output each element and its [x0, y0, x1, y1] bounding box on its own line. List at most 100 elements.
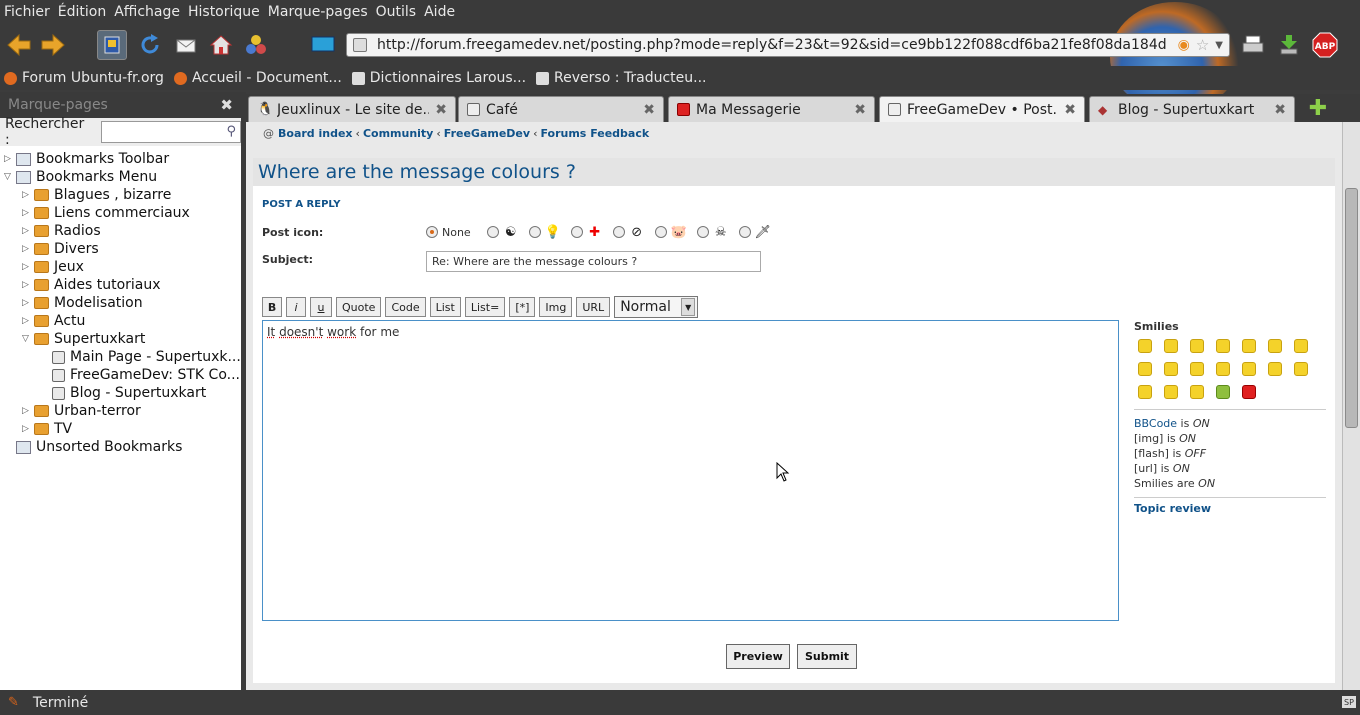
- expand-toggle-icon[interactable]: ▷: [22, 190, 32, 200]
- breadcrumb-freegamedev[interactable]: FreeGameDev: [444, 127, 530, 140]
- smiley-icon[interactable]: [1294, 362, 1308, 376]
- menu-outils[interactable]: Outils: [376, 4, 416, 20]
- sick-smiley-icon[interactable]: [1216, 385, 1230, 399]
- preview-button[interactable]: Preview: [726, 644, 790, 669]
- bookmark-tree-item[interactable]: Blog - Supertuxkart: [0, 384, 241, 402]
- post-icon-radio[interactable]: [528, 226, 541, 238]
- smiley-icon[interactable]: [1138, 339, 1152, 353]
- bookmarks-sidebar-button[interactable]: [97, 30, 127, 60]
- star-icon[interactable]: ☆: [1196, 36, 1209, 54]
- dropdown-arrow-icon[interactable]: ▼: [1215, 40, 1223, 51]
- bookmark-tree-item[interactable]: Main Page - Supertuxk...: [0, 348, 241, 366]
- smiley-icon[interactable]: [1294, 339, 1308, 353]
- bookmark-tree-item[interactable]: ▷ Aides tutoriaux: [0, 276, 241, 294]
- message-textarea[interactable]: It doesn't work for me: [262, 320, 1119, 621]
- back-button[interactable]: [4, 30, 34, 60]
- quote-button[interactable]: Quote: [336, 297, 382, 317]
- bookmark-tree-item[interactable]: ▷ Jeux: [0, 258, 241, 276]
- menu-edition[interactable]: Édition: [58, 4, 106, 20]
- post-icon-radio-none[interactable]: [426, 226, 438, 238]
- menu-aide[interactable]: Aide: [424, 4, 455, 20]
- list-button[interactable]: List: [429, 297, 461, 317]
- bbcode-link[interactable]: BBCode: [1134, 417, 1177, 430]
- bookmark-tree-item[interactable]: ▽ Supertuxkart: [0, 330, 241, 348]
- bold-button[interactable]: B: [262, 297, 282, 317]
- italic-button[interactable]: i: [286, 297, 306, 317]
- bookmark-item[interactable]: Reverso : Traducteu...: [536, 70, 707, 86]
- smiley-icon[interactable]: [1138, 362, 1152, 376]
- search-icon[interactable]: ⚲: [226, 124, 236, 139]
- smiley-icon[interactable]: [1268, 362, 1282, 376]
- menu-fichier[interactable]: Fichier: [4, 4, 50, 20]
- breadcrumb-community[interactable]: Community: [363, 127, 433, 140]
- close-tab-icon[interactable]: ✖: [854, 102, 866, 118]
- screen-button[interactable]: [308, 30, 338, 60]
- expand-toggle-icon[interactable]: ▷: [22, 406, 32, 416]
- smiley-icon[interactable]: [1268, 339, 1282, 353]
- menu-affichage[interactable]: Affichage: [114, 4, 180, 20]
- smiley-icon[interactable]: [1164, 385, 1178, 399]
- bookmark-tree-item[interactable]: ▷ Urban-terror: [0, 402, 241, 420]
- expand-toggle-icon[interactable]: ▷: [22, 280, 32, 290]
- post-icon-radio[interactable]: [612, 226, 625, 238]
- submit-button[interactable]: Submit: [797, 644, 857, 669]
- expand-toggle-icon[interactable]: ▽: [4, 172, 14, 182]
- smiley-icon[interactable]: [1242, 362, 1256, 376]
- list-item-button[interactable]: [*]: [509, 297, 536, 317]
- menu-historique[interactable]: Historique: [188, 4, 260, 20]
- close-icon[interactable]: ✖: [220, 96, 233, 114]
- close-tab-icon[interactable]: ✖: [435, 102, 447, 118]
- font-size-select[interactable]: Normal ▼: [614, 296, 699, 318]
- forward-button[interactable]: [38, 30, 68, 60]
- home-button[interactable]: [206, 30, 236, 60]
- post-icon-radio[interactable]: [486, 226, 499, 238]
- vertical-scrollbar[interactable]: [1342, 122, 1360, 690]
- search-input[interactable]: ⚲: [100, 121, 241, 143]
- tab-jeuxlinux[interactable]: 🐧 Jeuxlinux - Le site de... ✖: [248, 96, 456, 122]
- tab-messagerie[interactable]: Ma Messagerie ✖: [668, 96, 875, 122]
- post-icon-radio[interactable]: [738, 226, 751, 238]
- close-tab-icon[interactable]: ✖: [1064, 102, 1076, 118]
- bookmark-tree-item[interactable]: ▷ Modelisation: [0, 294, 241, 312]
- bookmark-tree-item[interactable]: Unsorted Bookmarks: [0, 438, 241, 456]
- bookmark-tree-item[interactable]: ▷ Liens commerciaux: [0, 204, 241, 222]
- addon-button[interactable]: [241, 30, 271, 60]
- smiley-icon[interactable]: [1242, 339, 1256, 353]
- code-button[interactable]: Code: [385, 297, 426, 317]
- menu-marque-pages[interactable]: Marque-pages: [268, 4, 368, 20]
- bookmark-tree-item[interactable]: FreeGameDev: STK Co...: [0, 366, 241, 384]
- scrollbar-thumb[interactable]: [1345, 188, 1358, 428]
- expand-toggle-icon[interactable]: ▽: [22, 334, 32, 344]
- expand-toggle-icon[interactable]: ▷: [22, 262, 32, 272]
- post-icon-radio[interactable]: [696, 226, 709, 238]
- bookmark-tree-item[interactable]: ▷ Bookmarks Toolbar: [0, 150, 241, 168]
- underline-button[interactable]: u: [310, 297, 332, 317]
- site-identity-icon[interactable]: [353, 38, 367, 52]
- reload-button[interactable]: [135, 30, 165, 60]
- close-tab-icon[interactable]: ✖: [1274, 102, 1286, 118]
- bookmark-item[interactable]: Dictionnaires Larous...: [351, 70, 526, 86]
- bookmark-tree-item[interactable]: ▷ Blagues , bizarre: [0, 186, 241, 204]
- tab-freegamedev[interactable]: FreeGameDev • Post... ✖: [879, 96, 1085, 122]
- expand-toggle-icon[interactable]: ▷: [22, 226, 32, 236]
- smiley-icon[interactable]: [1164, 362, 1178, 376]
- expand-toggle-icon[interactable]: ▷: [22, 208, 32, 218]
- ordered-list-button[interactable]: List=: [464, 297, 506, 317]
- close-tab-icon[interactable]: ✖: [643, 102, 655, 118]
- status-badge[interactable]: SP: [1342, 696, 1356, 708]
- expand-toggle-icon[interactable]: ▷: [22, 316, 32, 326]
- tab-cafe[interactable]: Café ✖: [458, 96, 664, 122]
- smiley-icon[interactable]: [1138, 385, 1152, 399]
- bookmark-tree-item[interactable]: ▽ Bookmarks Menu: [0, 168, 241, 186]
- post-icon-radio[interactable]: [570, 226, 583, 238]
- subject-input[interactable]: [426, 251, 761, 272]
- expand-toggle-icon[interactable]: ▷: [22, 298, 32, 308]
- smiley-icon[interactable]: [1216, 362, 1230, 376]
- new-bookmark-button[interactable]: [171, 30, 201, 60]
- address-bar[interactable]: http://forum.freegamedev.net/posting.php…: [346, 33, 1230, 57]
- adblock-button[interactable]: ABP: [1310, 30, 1340, 60]
- post-icon-radio[interactable]: [654, 226, 667, 238]
- expand-toggle-icon[interactable]: ▷: [22, 244, 32, 254]
- bookmark-item[interactable]: Accueil - Document...: [173, 70, 342, 86]
- print-button[interactable]: [1238, 30, 1268, 60]
